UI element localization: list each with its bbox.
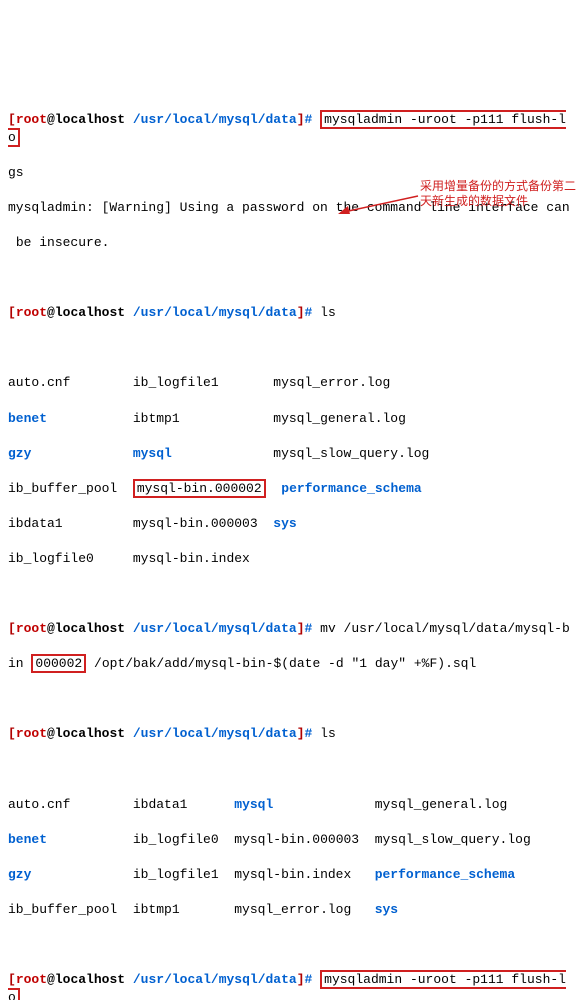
- file: ib_logfile1: [133, 375, 219, 390]
- prompt-hash: #: [305, 972, 313, 987]
- ls-row: gzy mysql mysql_slow_query.log: [8, 445, 573, 463]
- ls-row: auto.cnf ibdata1 mysql mysql_general.log: [8, 796, 573, 814]
- prompt-host: localhost: [55, 112, 125, 127]
- line: [root@localhost /usr/local/mysql/data]# …: [8, 725, 573, 743]
- command-cont: /opt/bak/add/mysql-bin-$(date -d "1 day"…: [86, 656, 476, 671]
- bracket: ]: [297, 972, 305, 987]
- file: ib_logfile0: [8, 551, 94, 566]
- prompt-user: root: [16, 621, 47, 636]
- terminal-output: { "prompt": { "lbr": "[", "user": "root"…: [8, 24, 573, 1000]
- bracket: ]: [297, 621, 305, 636]
- file: mysql_error.log: [273, 375, 390, 390]
- prompt-at: @: [47, 112, 55, 127]
- bracket: ]: [297, 305, 305, 320]
- prompt-hash: #: [305, 621, 313, 636]
- dir: performance_schema: [281, 481, 421, 496]
- prompt-path: /usr/local/mysql/data: [133, 726, 297, 741]
- dir: sys: [273, 516, 296, 531]
- prompt-hash: #: [305, 726, 313, 741]
- file: mysql_error.log: [234, 902, 351, 917]
- file: ib_buffer_pool: [8, 481, 117, 496]
- prompt-user: root: [16, 305, 47, 320]
- ls-row: ib_buffer_pool ibtmp1 mysql_error.log sy…: [8, 901, 573, 919]
- file: auto.cnf: [8, 375, 70, 390]
- prompt-at: @: [47, 726, 55, 741]
- file: mysql-bin.index: [234, 867, 351, 882]
- command: mv /usr/local/mysql/data/mysql-b: [320, 621, 570, 636]
- line: [root@localhost /usr/local/mysql/data]# …: [8, 620, 573, 638]
- file: mysql_slow_query.log: [273, 446, 429, 461]
- bracket: ]: [297, 726, 305, 741]
- file: ibdata1: [133, 797, 188, 812]
- dir: gzy: [8, 446, 31, 461]
- bracket: [: [8, 972, 16, 987]
- file: mysql-bin.000003: [133, 516, 258, 531]
- command: ls: [320, 305, 336, 320]
- ls-row: ibdata1 mysql-bin.000003 sys: [8, 515, 573, 533]
- file: ib_buffer_pool: [8, 902, 117, 917]
- dir: sys: [375, 902, 398, 917]
- prompt-hash: #: [305, 305, 313, 320]
- ls-row: ib_logfile0 mysql-bin.index: [8, 550, 573, 568]
- file: ib_logfile1: [133, 867, 219, 882]
- bracket: [: [8, 112, 16, 127]
- file: mysql-bin.index: [133, 551, 250, 566]
- prompt-hash: #: [305, 112, 313, 127]
- prompt-at: @: [47, 305, 55, 320]
- command-cont: in: [8, 656, 31, 671]
- prompt-user: root: [16, 972, 47, 987]
- prompt-at: @: [47, 621, 55, 636]
- file: ibtmp1: [133, 411, 180, 426]
- prompt-user: root: [16, 726, 47, 741]
- file: mysql_slow_query.log: [375, 832, 531, 847]
- prompt-user: root: [16, 112, 47, 127]
- line: [root@localhost /usr/local/mysql/data]# …: [8, 111, 573, 146]
- annotation-arrow-icon: [338, 192, 420, 216]
- highlighted-file: mysql-bin.000002: [133, 479, 266, 498]
- bracket: [: [8, 621, 16, 636]
- dir: benet: [8, 411, 47, 426]
- prompt-path: /usr/local/mysql/data: [133, 305, 297, 320]
- bracket: [: [8, 305, 16, 320]
- ls-row: benet ib_logfile0 mysql-bin.000003 mysql…: [8, 831, 573, 849]
- prompt-path: /usr/local/mysql/data: [133, 972, 297, 987]
- dir: benet: [8, 832, 47, 847]
- dir: mysql: [234, 797, 273, 812]
- prompt-host: localhost: [55, 621, 125, 636]
- prompt-host: localhost: [55, 305, 125, 320]
- bracket: ]: [297, 112, 305, 127]
- bracket: [: [8, 726, 16, 741]
- file: ibdata1: [8, 516, 63, 531]
- prompt-path: /usr/local/mysql/data: [133, 621, 297, 636]
- line: be insecure.: [8, 234, 573, 252]
- ls-row: benet ibtmp1 mysql_general.log: [8, 410, 573, 428]
- ls-row: ib_buffer_pool mysql-bin.000002 performa…: [8, 480, 573, 498]
- dir: mysql: [133, 446, 172, 461]
- prompt-host: localhost: [55, 972, 125, 987]
- file: ib_logfile0: [133, 832, 219, 847]
- prompt-path: /usr/local/mysql/data: [133, 112, 297, 127]
- prompt-host: localhost: [55, 726, 125, 741]
- file: mysql-bin.000003: [234, 832, 359, 847]
- annotation-text: 采用增量备份的方式备份第二天新生成的数据文件: [420, 179, 580, 210]
- command: ls: [320, 726, 336, 741]
- ls-row: auto.cnf ib_logfile1 mysql_error.log: [8, 374, 573, 392]
- file: ibtmp1: [133, 902, 180, 917]
- dir: performance_schema: [375, 867, 515, 882]
- line: [root@localhost /usr/local/mysql/data]# …: [8, 304, 573, 322]
- line: [root@localhost /usr/local/mysql/data]# …: [8, 971, 573, 1000]
- highlighted-arg: 000002: [31, 654, 86, 673]
- ls-row: gzy ib_logfile1 mysql-bin.index performa…: [8, 866, 573, 884]
- prompt-at: @: [47, 972, 55, 987]
- file: mysql_general.log: [273, 411, 406, 426]
- file: auto.cnf: [8, 797, 70, 812]
- dir: gzy: [8, 867, 31, 882]
- line: in 000002 /opt/bak/add/mysql-bin-$(date …: [8, 655, 573, 673]
- file: mysql_general.log: [375, 797, 508, 812]
